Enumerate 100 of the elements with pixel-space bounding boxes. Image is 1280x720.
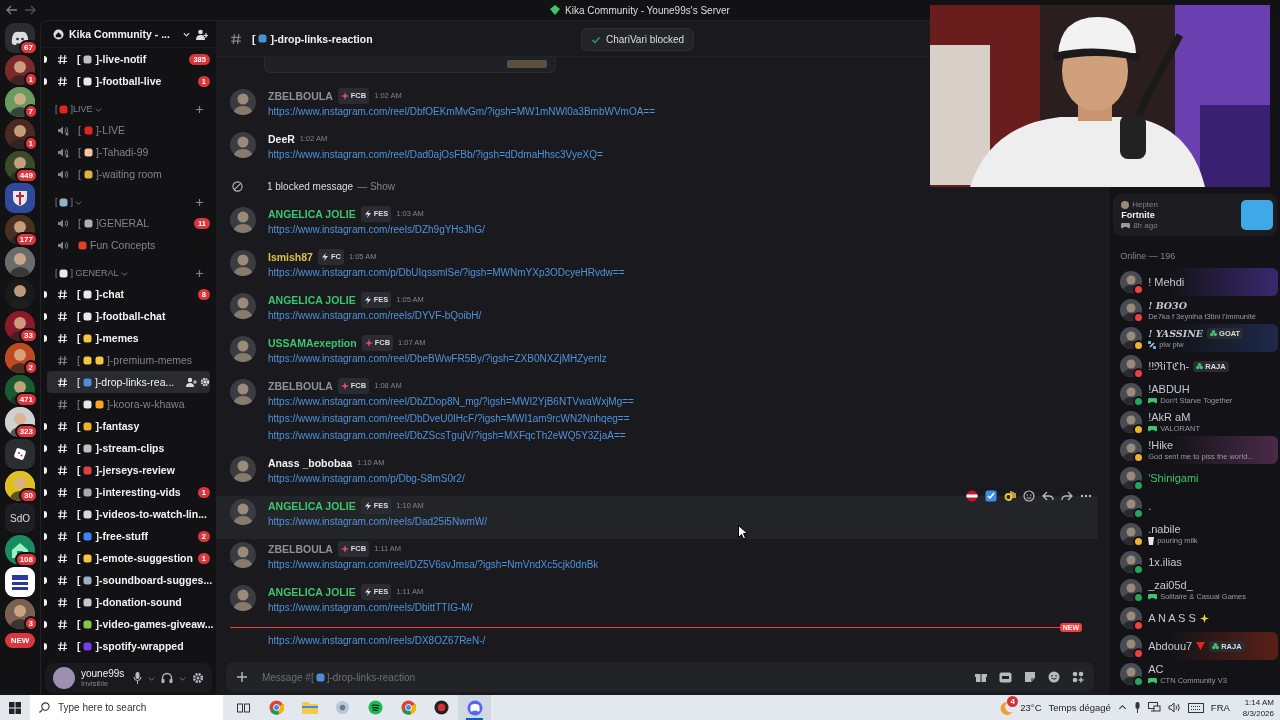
author-name[interactable]: ZBELBOULA [267,379,333,393]
message-link[interactable]: https://www.instagram.com/reels/DYVF-bQoibH/ [267,307,482,324]
volume-icon[interactable] [1167,702,1181,713]
channel-item[interactable]: [ ]-jerseys-review [40,459,210,481]
server-icon[interactable] [5,247,35,277]
channel-item[interactable]: [ ]-memes [40,327,210,349]
member-item[interactable]: 'Shinigami [1112,464,1278,492]
clock[interactable]: 1:14 AM 8/3/2026 [1242,696,1274,719]
flag-reaction-icon[interactable] [966,490,979,502]
check-reaction-icon[interactable] [985,490,998,502]
plus-icon[interactable] [194,268,204,278]
server-icon[interactable] [5,87,35,117]
message-link[interactable]: https://www.instagram.com/reel/DZ5V6svJmsa/?igsh=NmVndXc5cjk0dnBk [267,556,599,573]
author-name[interactable]: DeeR [267,132,295,146]
headphones-icon[interactable] [160,672,173,684]
channel-item[interactable]: [ ]-spotify-wrapped [40,635,210,657]
microphone-icon[interactable] [132,672,142,684]
channel-item[interactable]: [ ]-stream-clips [40,437,210,459]
add-reaction-icon[interactable] [1023,490,1036,502]
message-link[interactable]: https://www.instagram.com/reels/Dad25i5NwmW/ [267,513,487,530]
chevron-up-icon[interactable] [1117,703,1127,712]
server-name[interactable]: Kika Community - ... [68,28,177,40]
author-name[interactable]: ANGELICA JOLIE [267,585,356,599]
message-link[interactable]: https://www.instagram.com/reels/DX8OZ67ReN-/ [267,632,486,649]
author-name[interactable]: Ismish87 [267,250,313,264]
channel-item[interactable]: [ ]-waiting room [40,163,210,185]
gift-icon[interactable] [975,671,988,683]
server-icon[interactable] [5,183,35,213]
message-link[interactable]: https://www.instagram.com/reel/Dad0ajOsFBb/?igsh=dDdmaHhsc3VyeXQ= [267,146,603,163]
message-link[interactable]: https://www.instagram.com/reel/DbeBWwFR5By/?igsh=ZXB0NXZjMHZyenlz [267,350,607,367]
plus-icon[interactable] [194,197,204,207]
server-icon[interactable] [5,343,35,373]
keyboard-icon[interactable] [1187,702,1204,713]
author-name[interactable]: ZBELBOULA [267,542,333,556]
plus-icon[interactable] [194,104,204,114]
microphone-icon[interactable] [1133,702,1141,713]
member-item[interactable]: . [1112,492,1278,520]
task-view-icon[interactable] [237,701,250,714]
message-link[interactable]: https://www.instagram.com/p/DbUIqssmlSe/?igsh=MWNmYXp3ODcyeHRvdw== [267,264,625,281]
new-badge[interactable]: NEW [4,633,36,648]
user-avatar[interactable] [52,667,75,689]
app-icon[interactable] [434,700,449,715]
category-header[interactable]: [ ] [40,197,195,207]
channel-item[interactable]: [ ]-videos-to-watch-lin... [40,503,210,525]
channel-item[interactable]: [ ]-koora-w-khawa [40,393,210,415]
channel-item[interactable]: [ ]-premium-memes [40,349,210,371]
message-link[interactable]: https://www.instagram.com/reels/DbittTTIG-M/ [267,599,473,616]
show-link[interactable]: — Show [357,180,395,192]
server-icon[interactable] [5,567,35,597]
channel-item[interactable]: [ ]-fantasy [40,415,210,437]
apps-icon[interactable] [1072,671,1085,683]
channel-item[interactable]: [ ]-football-chat [40,305,210,327]
settings-icon[interactable] [199,377,210,387]
emoji-icon[interactable] [1048,671,1061,683]
search-field[interactable]: Type here to search [30,695,223,720]
plus-icon[interactable] [235,671,248,683]
author-name[interactable]: ZBELBOULA [267,89,333,103]
channel-item[interactable]: Fun Concepts [40,234,210,256]
author-name[interactable]: Anass _bobobaa [267,456,352,470]
author-name[interactable]: ANGELICA JOLIE [267,207,356,221]
activity-card[interactable]: Hepten Fortnite 8h ago [1113,194,1277,236]
channel-item[interactable]: [ ]-donation-sound [40,591,210,613]
forward-icon[interactable] [1061,490,1074,502]
author-name[interactable]: ANGELICA JOLIE [267,499,356,513]
sticker-icon[interactable] [1024,671,1037,683]
member-item[interactable]: 1x.ilias [1112,548,1278,576]
discord-icon[interactable] [466,699,483,716]
server-icon[interactable]: SdO [5,503,35,533]
channel-item[interactable]: [ ]-LIVE [40,119,210,141]
language-indicator[interactable]: FRA [1210,702,1230,713]
spotify-icon[interactable] [368,700,383,715]
gif-icon[interactable] [999,671,1013,683]
server-icon[interactable] [5,119,35,149]
message-link[interactable]: https://www.instagram.com/reels/DZh9gYHsJhG/ [267,221,485,238]
settings-icon[interactable] [191,672,204,684]
message-link[interactable]: https://www.instagram.com/reel/DbDveU0IHcF/?igsh=MWI1am9rcWN2Nnhqeg== [267,410,630,427]
message-link[interactable]: https://www.instagram.com/reel/DbZDop8N_mg/?igsh=MWI2YjB6NTVwaWxjMg== [267,393,634,410]
chrome-icon[interactable] [401,700,416,715]
chrome-icon[interactable] [269,700,284,715]
message-link[interactable]: https://www.instagram.com/reel/DbZScsTgujV/?igsh=MXFqcTh2eWQ5Y3ZjaA== [267,427,626,444]
category-header[interactable]: [ ] GENERAL [40,268,195,278]
ok-hand-reaction-icon[interactable] [1004,490,1017,502]
windows-start-icon[interactable] [9,701,21,714]
invite-icon[interactable] [195,28,208,40]
channel-item[interactable]: [ ]-soundboard-sugges... [40,569,210,591]
author-name[interactable]: ANGELICA JOLIE [267,293,356,307]
author-name[interactable]: USSAMAexeption [267,336,357,350]
server-icon[interactable] [5,599,35,629]
server-icon[interactable] [5,439,35,469]
message-link[interactable]: https://www.instagram.com/reel/DbfOEKmMvGm/?igsh=MW1mNWl0a3BmbWVmOA== [267,103,655,120]
server-icon[interactable] [5,55,35,85]
back-icon[interactable] [6,5,18,15]
folder-icon[interactable] [301,701,318,714]
reply-icon[interactable] [1042,490,1055,502]
category-header[interactable]: [ ]LIVE [40,104,195,114]
message-link[interactable]: https://www.instagram.com/p/Dbg-S8mS0r2/ [267,470,465,487]
channel-item[interactable]: [ ]-drop-links-rea... [46,371,210,393]
channel-item[interactable]: [ ]-Tahadi-99 [40,141,210,163]
add-member-icon[interactable] [185,377,197,387]
network-icon[interactable] [1147,702,1161,713]
